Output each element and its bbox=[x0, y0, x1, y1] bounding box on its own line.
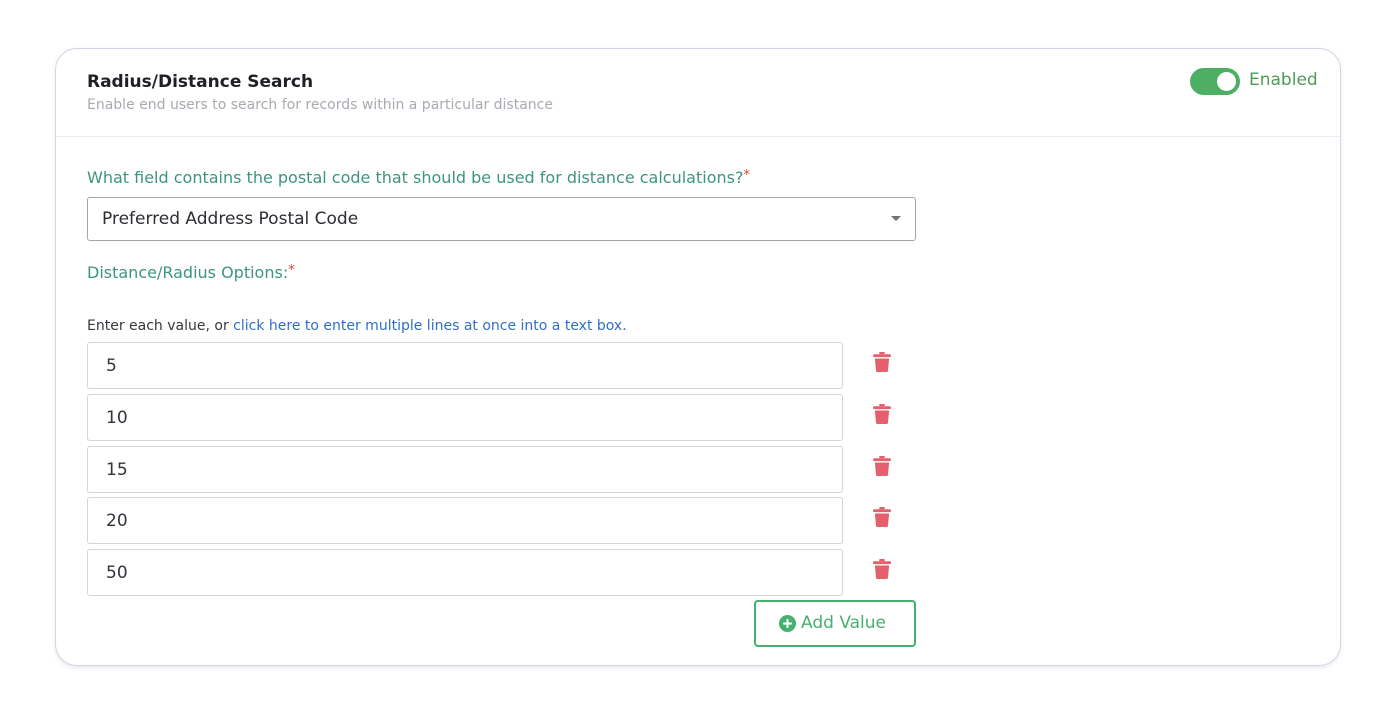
trash-icon[interactable] bbox=[873, 559, 891, 579]
trash-icon[interactable] bbox=[873, 456, 891, 476]
card-title: Radius/Distance Search bbox=[87, 72, 314, 92]
required-mark: * bbox=[743, 168, 750, 183]
radius-search-card: Radius/Distance Search Enable end users … bbox=[55, 48, 1341, 666]
add-value-button[interactable]: Add Value bbox=[754, 600, 916, 647]
postal-code-field-select[interactable]: Preferred Address Postal Code bbox=[87, 197, 916, 241]
hint-prefix: Enter each value, or bbox=[87, 318, 234, 334]
value-row bbox=[87, 549, 917, 597]
required-mark: * bbox=[288, 263, 295, 278]
distance-value-input[interactable] bbox=[87, 446, 843, 493]
trash-icon[interactable] bbox=[873, 507, 891, 527]
multiline-entry-link[interactable]: click here to enter multiple lines at on… bbox=[233, 318, 627, 334]
select-value: Preferred Address Postal Code bbox=[102, 209, 359, 229]
postal-field-label: What field contains the postal code that… bbox=[87, 168, 750, 187]
entry-hint: Enter each value, or click here to enter… bbox=[87, 318, 627, 334]
distance-value-input[interactable] bbox=[87, 394, 843, 441]
value-row bbox=[87, 446, 917, 494]
toggle-knob bbox=[1217, 72, 1236, 91]
plus-circle-icon bbox=[779, 615, 796, 632]
distance-value-input[interactable] bbox=[87, 549, 843, 596]
distance-value-input[interactable] bbox=[87, 497, 843, 544]
distance-options-label: Distance/Radius Options:* bbox=[87, 263, 295, 282]
add-value-label: Add Value bbox=[801, 613, 886, 633]
value-row bbox=[87, 497, 917, 545]
distance-options-label-text: Distance/Radius Options: bbox=[87, 263, 289, 282]
card-subtitle: Enable end users to search for records w… bbox=[87, 97, 553, 113]
value-row bbox=[87, 342, 917, 390]
distance-value-input[interactable] bbox=[87, 342, 843, 389]
trash-icon[interactable] bbox=[873, 352, 891, 372]
caret-down-icon bbox=[891, 216, 901, 221]
card-header: Radius/Distance Search Enable end users … bbox=[56, 49, 1340, 137]
postal-field-label-text: What field contains the postal code that… bbox=[87, 168, 744, 187]
value-row bbox=[87, 394, 917, 442]
enabled-toggle[interactable] bbox=[1190, 68, 1240, 95]
trash-icon[interactable] bbox=[873, 404, 891, 424]
toggle-label: Enabled bbox=[1249, 70, 1318, 90]
